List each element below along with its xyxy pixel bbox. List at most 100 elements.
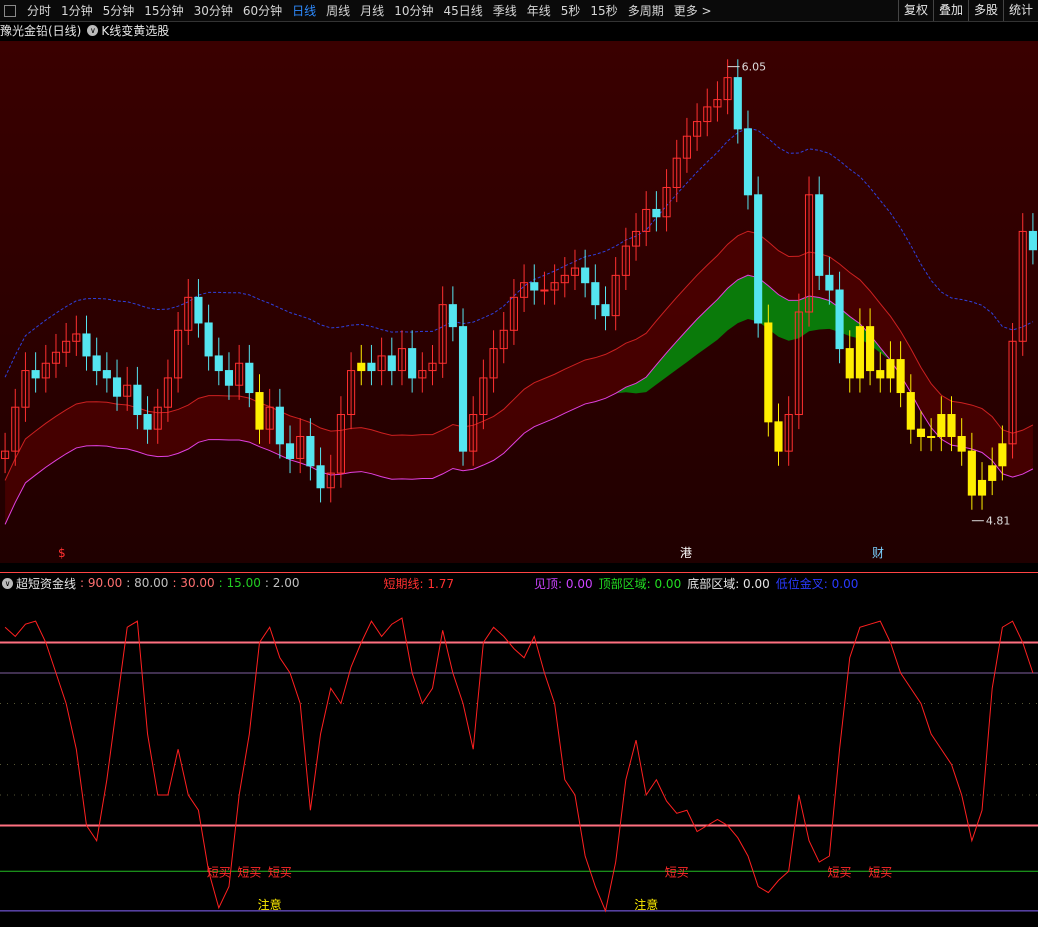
toolbar-button[interactable]: 复权 — [897, 0, 933, 21]
period-tab[interactable]: 15分钟 — [139, 2, 188, 19]
period-tab[interactable]: 年线 — [522, 2, 556, 19]
period-tab[interactable]: 5秒 — [556, 2, 586, 19]
duanmai-label: 短买 — [828, 865, 852, 879]
formula-name[interactable]: K线变黄选股 — [101, 22, 169, 39]
candle-body — [143, 414, 152, 430]
period-tab[interactable]: 60分钟 — [238, 2, 287, 19]
low-label: 4.81 — [986, 515, 1011, 528]
period-tab[interactable]: 10分钟 — [389, 2, 438, 19]
candle-body — [835, 289, 844, 350]
candle-body — [530, 282, 539, 291]
candle-body — [194, 296, 203, 324]
candle-body — [255, 392, 264, 430]
right-button-group: 复权 叠加 多股 统计 — [897, 0, 1038, 21]
candle-body — [540, 289, 549, 292]
gang-marker: 港 — [680, 546, 692, 560]
duanmai-label: 短买 — [868, 865, 892, 879]
candle-body — [977, 479, 987, 496]
period-toolbar: 分时 1分钟 5分钟 15分钟 30分钟 60分钟 日线 周线 月线 10分钟 45日线 季线 年线 5秒… — [0, 0, 1038, 22]
candle-body — [316, 465, 325, 489]
period-tab[interactable]: 分时 — [22, 2, 56, 19]
candle-body — [916, 428, 926, 437]
period-tab[interactable]: 周线 — [321, 2, 355, 19]
period-tab[interactable]: 季线 — [488, 2, 522, 19]
candle-body — [947, 414, 956, 437]
candle-body — [367, 362, 376, 372]
toolbar-button[interactable]: 统计 — [1002, 0, 1038, 21]
candle-body — [825, 274, 834, 291]
candle-body — [1028, 230, 1037, 251]
period-tab[interactable]: 多周期 — [623, 2, 669, 19]
period-tab[interactable]: 30分钟 — [189, 2, 238, 19]
duanmai-label: 短买 — [268, 865, 292, 879]
candle-body — [387, 355, 396, 372]
candle-body — [886, 359, 895, 379]
duanmai-label: 短买 — [665, 865, 689, 879]
candle-body — [92, 355, 101, 372]
candle-body — [357, 362, 366, 372]
indicator-chart[interactable]: 短买 短买 短买 短买 短买 短买注意 注意 — [0, 592, 1038, 927]
high-label: 6.05 — [742, 61, 767, 74]
candle-body — [591, 282, 600, 306]
candle-body — [764, 322, 773, 423]
candle-body — [866, 326, 875, 372]
candle-body — [224, 370, 234, 386]
candle-body — [112, 377, 122, 397]
candle-body — [815, 194, 824, 276]
candle-body — [82, 333, 91, 357]
period-tab[interactable]: 45日线 — [438, 2, 487, 19]
dibu-value: 底部区域: 0.00 — [687, 576, 770, 591]
candle-body — [214, 355, 223, 372]
toolbar-button[interactable]: 叠加 — [932, 0, 968, 21]
period-tab[interactable]: 月线 — [355, 2, 389, 19]
dingbu-value: 顶部区域: 0.00 — [598, 576, 682, 591]
candle-body — [601, 304, 610, 317]
indicator-level: : 15.00 — [218, 576, 261, 590]
candle-body — [876, 370, 885, 379]
jianding-value: 见顶: 0.00 — [534, 576, 593, 591]
stock-title: 豫光金铅(日线) — [0, 23, 82, 38]
candle-body — [927, 435, 936, 438]
indicator-levels: : 90.00: 80.00: 30.00: 15.00: 2.00 — [80, 576, 303, 590]
candle-body — [448, 304, 457, 328]
candlestick-chart[interactable]: 6.05 4.81 $ 港 财 — [0, 41, 1038, 563]
chevron-down-icon[interactable]: ∨ — [87, 24, 99, 36]
period-tab[interactable]: 日线 — [287, 2, 321, 19]
period-tabs: 分时 1分钟 5分钟 15分钟 30分钟 60分钟 日线 周线 月线 10分钟 45日线 季线 年线 5秒… — [22, 2, 717, 19]
short-line-value: 短期线: 1.77 — [383, 576, 455, 591]
indicator-level: : 80.00 — [126, 576, 169, 590]
candle-body — [306, 435, 315, 467]
indicator-name: 超短资金线 — [16, 576, 77, 591]
candle-body — [581, 267, 590, 284]
candle-body — [896, 359, 905, 394]
period-tab[interactable]: 1分钟 — [56, 2, 98, 19]
candle-body — [855, 326, 864, 379]
candle-body — [275, 406, 284, 445]
candle-body — [988, 465, 997, 481]
diwei-value: 低位金叉: 0.00 — [775, 576, 859, 591]
candle-body — [204, 322, 213, 357]
candle-body — [906, 392, 915, 430]
candle-body — [743, 128, 753, 196]
candle-body — [957, 435, 966, 452]
zhuyi-label: 注意 — [634, 897, 658, 912]
indicator-level: : 30.00 — [172, 576, 215, 590]
candle-body — [285, 443, 295, 459]
candle-body — [733, 77, 742, 130]
left-marker: $ — [58, 546, 66, 560]
period-tab[interactable]: 更多 > — [669, 2, 717, 19]
period-tab[interactable]: 15秒 — [585, 2, 622, 19]
candle-body — [754, 194, 763, 324]
window-icon[interactable] — [4, 4, 16, 17]
candle-body — [245, 362, 254, 394]
candle-body — [774, 421, 783, 452]
zhuyi-label: 注意 — [258, 897, 282, 912]
toolbar-button[interactable]: 多股 — [967, 0, 1003, 21]
chevron-down-icon[interactable]: ∨ — [2, 577, 13, 589]
period-tab[interactable]: 5分钟 — [98, 2, 140, 19]
chart-divider — [0, 572, 1038, 573]
candle-body — [937, 414, 946, 437]
candle-body — [102, 370, 111, 379]
candle-body — [31, 370, 40, 379]
candle-body — [845, 348, 854, 379]
